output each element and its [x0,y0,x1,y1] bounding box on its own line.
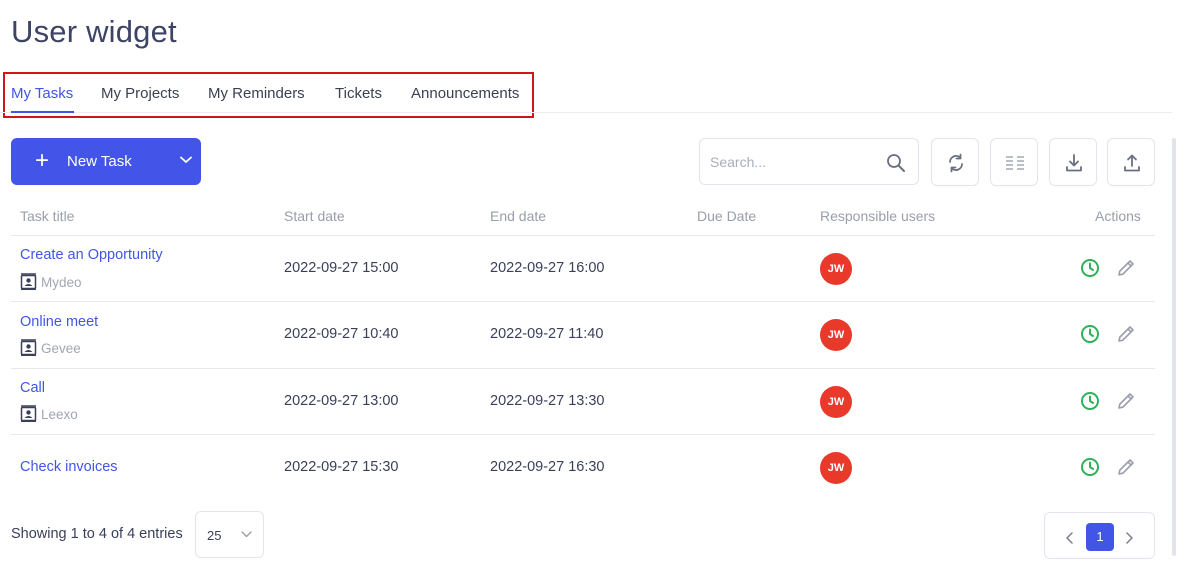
search-box [699,138,919,185]
header-end-date[interactable]: End date [490,208,546,224]
row-divider [11,434,1155,435]
task-title-link[interactable]: Call [20,380,45,396]
company-name: Gevee [41,341,81,356]
active-tab-indicator [11,111,74,113]
page-button-current[interactable]: 1 [1086,523,1114,551]
tab-my-tasks[interactable]: My Tasks [11,85,73,102]
upload-icon [1124,154,1140,172]
end-date-cell: 2022-09-27 13:30 [490,393,605,409]
scrollbar[interactable] [1172,138,1176,556]
header-actions: Actions [1095,208,1141,224]
company-name: Mydeo [41,275,82,290]
task-company: Mydeo [20,273,82,290]
plus-icon: + [35,147,50,174]
page-size-value: 25 [207,528,222,543]
tabs-divider [0,112,1172,113]
entries-info: Showing 1 to 4 of 4 entries [11,526,183,542]
tab-my-projects[interactable]: My Projects [101,85,179,102]
columns-button[interactable] [990,138,1038,186]
pencil-icon[interactable] [1116,457,1136,477]
task-title-link[interactable]: Create an Opportunity [20,247,163,263]
header-divider [11,235,1155,236]
task-company: Gevee [20,339,81,356]
refresh-icon [949,153,963,173]
tab-my-reminders[interactable]: My Reminders [208,85,305,102]
clock-icon[interactable] [1080,258,1100,278]
start-date-cell: 2022-09-27 15:30 [284,459,399,475]
search-input[interactable] [710,151,870,173]
pencil-icon[interactable] [1116,391,1136,411]
page-title: User widget [11,14,177,49]
search-icon[interactable] [886,153,906,173]
clock-icon[interactable] [1080,391,1100,411]
download-icon [1066,154,1082,172]
avatar[interactable]: JW [820,386,852,418]
pagination: 1 [1044,512,1155,559]
end-date-cell: 2022-09-27 16:30 [490,459,605,475]
company-name: Leexo [41,407,78,422]
refresh-button[interactable] [931,138,979,186]
tab-announcements[interactable]: Announcements [411,85,519,102]
new-task-label: New Task [67,153,132,170]
end-date-cell: 2022-09-27 11:40 [490,326,604,342]
header-start-date[interactable]: Start date [284,208,345,224]
columns-icon [1006,156,1024,170]
pencil-icon[interactable] [1116,258,1136,278]
task-title-link[interactable]: Online meet [20,314,98,330]
start-date-cell: 2022-09-27 13:00 [284,393,399,409]
clock-icon[interactable] [1080,457,1100,477]
tab-tickets[interactable]: Tickets [335,85,382,102]
start-date-cell: 2022-09-27 10:40 [284,326,399,342]
clock-icon[interactable] [1080,324,1100,344]
task-company: Leexo [20,405,78,422]
contact-card-icon [20,339,37,356]
header-due-date[interactable]: Due Date [697,208,756,224]
upload-button[interactable] [1107,138,1155,186]
contact-card-icon [20,273,37,290]
pencil-icon[interactable] [1116,324,1136,344]
chevron-down-icon [241,531,252,538]
row-divider [11,301,1155,302]
end-date-cell: 2022-09-27 16:00 [490,260,605,276]
task-title-link[interactable]: Check invoices [20,459,118,475]
chevron-down-icon[interactable] [180,156,192,164]
avatar[interactable]: JW [820,253,852,285]
avatar[interactable]: JW [820,452,852,484]
contact-card-icon [20,405,37,422]
chevron-right-icon[interactable] [1125,532,1134,544]
avatar[interactable]: JW [820,319,852,351]
download-button[interactable] [1049,138,1097,186]
start-date-cell: 2022-09-27 15:00 [284,260,399,276]
chevron-left-icon[interactable] [1065,532,1074,544]
header-task-title[interactable]: Task title [20,208,74,224]
header-responsible-users[interactable]: Responsible users [820,208,935,224]
new-task-button[interactable]: + New Task [11,138,201,185]
page-size-select[interactable]: 25 [195,511,264,558]
row-divider [11,368,1155,369]
